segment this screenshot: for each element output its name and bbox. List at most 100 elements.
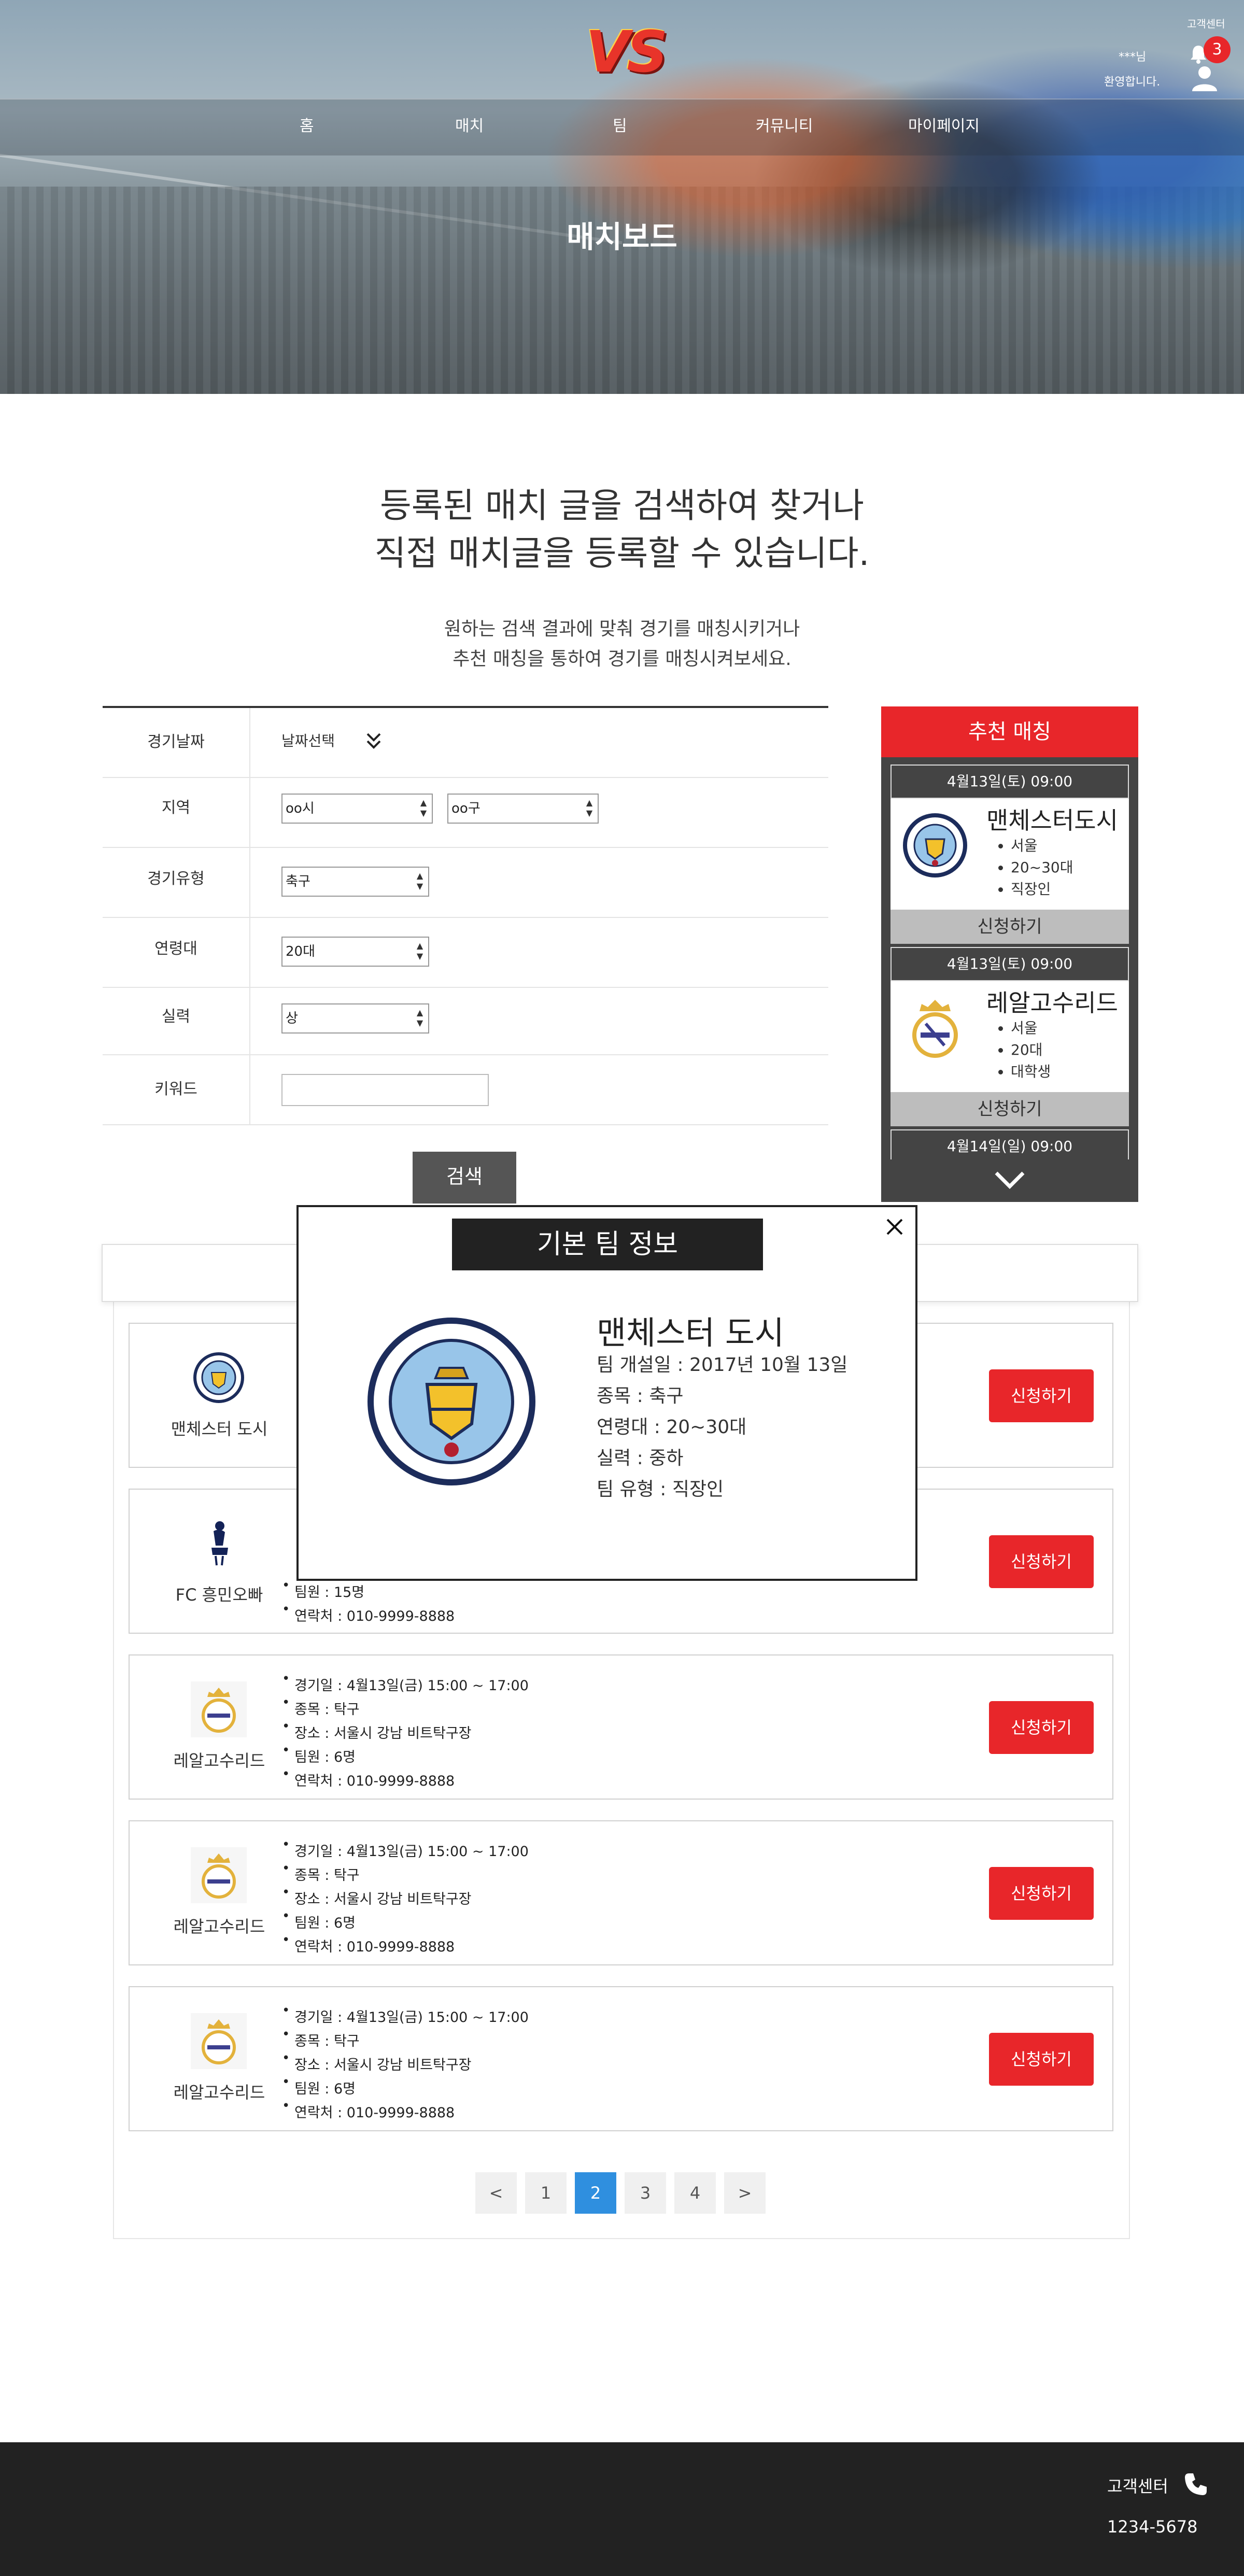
intro-sub-line2: 추천 매칭을 통하여 경기를 매칭시켜보세요. — [453, 648, 791, 670]
form-row-skill: 실력 상 ▲ ▼ — [103, 988, 828, 1055]
recommend-card[interactable]: 4월13일(토) 09:00 맨체스터도시 서울 20~30대 직장인 신청하기 — [890, 765, 1129, 944]
page-button-3[interactable]: 3 — [625, 2172, 666, 2214]
pagination: < 1 2 3 4 > — [0, 2172, 1244, 2214]
skill-select[interactable]: 상 ▲ ▼ — [281, 1003, 429, 1034]
district-select[interactable]: oo구 ▲ ▼ — [447, 794, 599, 824]
real-madrid-emblem — [191, 2013, 247, 2069]
spinner-icon[interactable]: ▲ ▼ — [415, 871, 425, 893]
match-details: 경기일 : 4월13일(금) 15:00 ~ 17:00 종목 : 탁구 장소 … — [282, 1999, 529, 2125]
detail-contact: 연락처 : 010-9999-8888 — [282, 1597, 455, 1629]
chevron-down-icon[interactable] — [993, 1169, 1026, 1193]
nav-item-mypage[interactable]: 마이페이지 — [908, 113, 980, 136]
detail-members: 팀원 : 6명 — [282, 2070, 529, 2101]
man-city-emblem — [903, 813, 967, 877]
region-label: 지역 — [161, 799, 191, 817]
customer-center-link[interactable]: 고객센터 — [1187, 16, 1225, 31]
match-apply-button[interactable]: 신청하기 — [989, 2033, 1094, 2086]
nav-item-match[interactable]: 매치 — [455, 113, 484, 136]
spinner-icon[interactable]: ▲ ▼ — [415, 941, 425, 963]
real-madrid-emblem — [912, 1000, 958, 1058]
age-select[interactable]: 20대 ▲ ▼ — [281, 937, 429, 967]
detail-members: 팀원 : 6명 — [282, 1738, 529, 1770]
recommend-apply-button[interactable]: 신청하기 — [890, 910, 1129, 944]
user-icon[interactable] — [1190, 63, 1219, 92]
recommend-details: 서울 20~30대 직장인 — [1011, 835, 1073, 900]
footer-customer-center[interactable]: 고객센터 — [1107, 2473, 1168, 2497]
detail-members: 팀원 : 15명 — [282, 1574, 455, 1605]
recommend-card[interactable]: 4월14일(일) 09:00 — [890, 1129, 1129, 1164]
detail-contact: 연락처 : 010-9999-8888 — [282, 2094, 529, 2125]
modal-team-info: 팀 개설일 : 2017년 10월 13일 종목 : 축구 연령대 : 20~3… — [597, 1350, 847, 1505]
recommend-datetime: 4월13일(토) 09:00 — [890, 765, 1129, 799]
recommend-card[interactable]: 4월13일(토) 09:00 레알고수리드 서울 20대 대학생 신청하기 — [890, 947, 1129, 1126]
match-type-select[interactable]: 축구 ▲ ▼ — [281, 867, 429, 897]
info-founded: 팀 개설일 : 2017년 10월 13일 — [597, 1354, 848, 1376]
city-select[interactable]: oo시 ▲ ▼ — [281, 794, 433, 824]
keyword-input[interactable] — [281, 1074, 489, 1106]
match-type-value: 축구 — [286, 874, 310, 889]
skill-value: 상 — [286, 1011, 298, 1026]
recommend-apply-button[interactable]: 신청하기 — [890, 1092, 1129, 1126]
site-footer: 고객센터 1234-5678 — [0, 2442, 1244, 2576]
match-apply-button[interactable]: 신청하기 — [989, 1535, 1094, 1588]
detail-type: 직장인 — [1011, 879, 1073, 900]
user-greeting-name: ***님 — [1119, 51, 1147, 64]
form-row-age: 연령대 20대 ▲ ▼ — [103, 918, 828, 988]
recommend-panel: 추천 매칭 4월13일(토) 09:00 맨체스터도시 서울 20~30대 직장… — [881, 706, 1138, 1202]
match-details: 팀원 : 15명 연락처 : 010-9999-8888 — [282, 1574, 455, 1629]
detail-sport: 종목 : 탁구 — [282, 2022, 529, 2054]
intro-heading: 등록된 매치 글을 검색하여 찾거나 직접 매치글을 등록할 수 있습니다. — [0, 482, 1244, 577]
page-prev-button[interactable]: < — [475, 2172, 517, 2214]
detail-place: 장소 : 서울시 강남 비트탁구장 — [282, 1715, 529, 1746]
detail-sport: 종목 : 탁구 — [282, 1857, 529, 1888]
main-nav: 홈 매치 팀 커뮤니티 마이페이지 — [0, 113, 1244, 136]
nav-item-community[interactable]: 커뮤니티 — [756, 113, 813, 136]
age-label: 연령대 — [154, 940, 197, 958]
close-icon[interactable] — [884, 1216, 905, 1237]
detail-contact: 연락처 : 010-9999-8888 — [282, 1762, 529, 1793]
nav-item-team[interactable]: 팀 — [613, 113, 627, 136]
modal-team-name: 맨체스터 도시 — [597, 1314, 784, 1352]
search-button[interactable]: 검색 — [413, 1152, 516, 1204]
intro-heading-line2: 직접 매치글을 등록할 수 있습니다. — [374, 533, 870, 573]
detail-place: 장소 : 서울시 강남 비트탁구장 — [282, 1880, 529, 1912]
recommend-datetime: 4월13일(토) 09:00 — [890, 947, 1129, 981]
detail-place: 장소 : 서울시 강남 비트탁구장 — [282, 2046, 529, 2077]
match-team-name: 맨체스터 도시 — [171, 1419, 268, 1439]
page-button-1[interactable]: 1 — [525, 2172, 567, 2214]
nav-item-home[interactable]: 홈 — [300, 113, 314, 136]
man-city-emblem — [193, 1352, 244, 1403]
real-madrid-emblem — [191, 1847, 247, 1903]
city-value: oo시 — [286, 801, 315, 816]
site-logo[interactable]: VS — [586, 19, 668, 85]
phone-icon — [1185, 2473, 1207, 2495]
spinner-icon[interactable]: ▲ ▼ — [418, 798, 429, 819]
tottenham-emblem — [211, 1521, 228, 1566]
spinner-icon[interactable]: ▲ ▼ — [584, 798, 595, 819]
page-button-2-current[interactable]: 2 — [575, 2172, 616, 2214]
match-apply-button[interactable]: 신청하기 — [989, 1369, 1094, 1422]
recommend-team-name: 레알고수리드 — [986, 989, 1118, 1017]
detail-date: 경기일 : 4월13일(금) 15:00 ~ 17:00 — [282, 1999, 529, 2030]
search-form: 경기날짜 날짜선택 지역 oo시 ▲ ▼ oo구 ▲ ▼ 경기유형 축구 ▲ ▼ 연령… — [103, 706, 828, 1125]
form-row-match-type: 경기유형 축구 ▲ ▼ — [103, 848, 828, 918]
page-button-4[interactable]: 4 — [674, 2172, 716, 2214]
detail-date: 경기일 : 4월13일(금) 15:00 ~ 17:00 — [282, 1833, 529, 1864]
intro-sub-line1: 원하는 검색 결과에 맞춰 경기를 매칭시키거나 — [444, 618, 800, 640]
page-next-button[interactable]: > — [724, 2172, 766, 2214]
skill-label: 실력 — [161, 1008, 191, 1026]
age-value: 20대 — [286, 944, 316, 959]
detail-age: 20~30대 — [1011, 857, 1073, 879]
info-skill: 실력 : 중하 — [597, 1448, 684, 1469]
footer-phone-number: 1234-5678 — [1107, 2517, 1198, 2537]
man-city-emblem — [367, 1318, 535, 1485]
date-picker[interactable]: 날짜선택 — [281, 730, 335, 751]
double-chevron-down-icon[interactable] — [364, 731, 383, 752]
match-details: 경기일 : 4월13일(금) 15:00 ~ 17:00 종목 : 탁구 장소 … — [282, 1833, 529, 1959]
match-apply-button[interactable]: 신청하기 — [989, 1867, 1094, 1920]
spinner-icon[interactable]: ▲ ▼ — [415, 1008, 425, 1029]
detail-contact: 연락처 : 010-9999-8888 — [282, 1928, 529, 1959]
match-item: 레알고수리드 경기일 : 4월13일(금) 15:00 ~ 17:00 종목 :… — [129, 1820, 1113, 1965]
recommend-title: 추천 매칭 — [881, 706, 1138, 757]
match-apply-button[interactable]: 신청하기 — [989, 1701, 1094, 1754]
